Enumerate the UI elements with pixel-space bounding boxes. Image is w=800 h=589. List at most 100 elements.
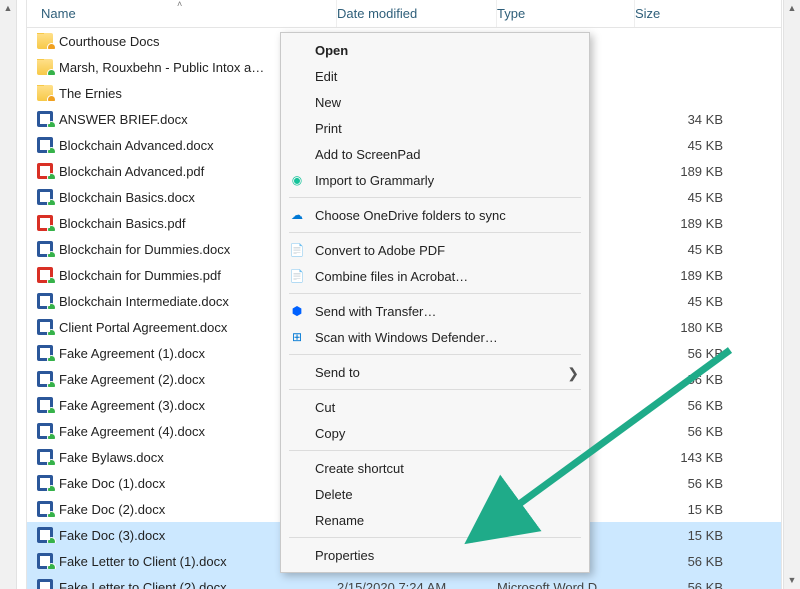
grammarly-icon: ◉: [289, 172, 305, 188]
column-size-label: Size: [635, 6, 660, 21]
context-menu-separator: [289, 537, 581, 538]
context-menu-item[interactable]: Edit: [281, 63, 589, 89]
sync-badge-icon: [47, 329, 56, 335]
docx-icon: [37, 397, 53, 413]
docx-icon: [37, 423, 53, 439]
context-menu-item[interactable]: Cut: [281, 394, 589, 420]
cell-size: 56 KB: [635, 372, 745, 387]
column-type-label: Type: [497, 6, 525, 21]
context-menu-item[interactable]: 📄Convert to Adobe PDF: [281, 237, 589, 263]
scroll-up-icon[interactable]: ▲: [0, 0, 16, 17]
docx-icon: [37, 553, 53, 569]
context-menu-item[interactable]: New: [281, 89, 589, 115]
file-name: ANSWER BRIEF.docx: [59, 112, 188, 127]
file-name: Fake Agreement (4).docx: [59, 424, 205, 439]
docx-icon: [37, 319, 53, 335]
context-menu-label: Properties: [315, 548, 374, 563]
context-menu-label: Edit: [315, 69, 337, 84]
context-menu-label: New: [315, 95, 341, 110]
context-menu-item[interactable]: Add to ScreenPad: [281, 141, 589, 167]
context-menu-separator: [289, 197, 581, 198]
file-name: Fake Agreement (1).docx: [59, 346, 205, 361]
docx-icon: [37, 527, 53, 543]
context-menu-item[interactable]: Delete: [281, 481, 589, 507]
sync-badge-icon: [47, 95, 56, 101]
sync-badge-icon: [47, 511, 56, 517]
cell-size: 189 KB: [635, 216, 745, 231]
context-menu-item[interactable]: ⬢Send with Transfer…: [281, 298, 589, 324]
context-menu-item[interactable]: Open: [281, 37, 589, 63]
file-name: Fake Agreement (3).docx: [59, 398, 205, 413]
file-name: Fake Doc (2).docx: [59, 502, 165, 517]
context-menu-item[interactable]: Properties: [281, 542, 589, 568]
column-date[interactable]: Date modified: [337, 0, 497, 27]
cell-size: 56 KB: [635, 580, 745, 589]
file-row[interactable]: Fake Letter to Client (2).docx2/15/2020 …: [27, 574, 781, 589]
column-header[interactable]: Name ˄ Date modified Type Size: [27, 0, 781, 28]
cell-size: 15 KB: [635, 502, 745, 517]
cell-name: Fake Letter to Client (2).docx: [27, 579, 337, 589]
context-menu-item[interactable]: ☁ Choose OneDrive folders to sync: [281, 202, 589, 228]
sync-badge-icon: [47, 173, 56, 179]
context-menu-separator: [289, 354, 581, 355]
context-menu-label: Open: [315, 43, 348, 58]
context-menu-label: Copy: [315, 426, 345, 441]
context-menu-separator: [289, 389, 581, 390]
scroll-up-icon[interactable]: ▲: [784, 0, 800, 17]
file-name: Blockchain Advanced.pdf: [59, 164, 204, 179]
docx-icon: [37, 241, 53, 257]
folder-icon: [37, 59, 53, 75]
file-name: Blockchain Basics.pdf: [59, 216, 185, 231]
file-name: Blockchain for Dummies.pdf: [59, 268, 221, 283]
context-menu-item[interactable]: Copy: [281, 420, 589, 446]
context-menu[interactable]: Open Edit New Print Add to ScreenPad◉Import …: [280, 32, 590, 573]
sync-badge-icon: [47, 251, 56, 257]
file-name: Marsh, Rouxbehn - Public Intox a…: [59, 60, 264, 75]
column-size[interactable]: Size: [635, 0, 745, 27]
column-type[interactable]: Type: [497, 0, 635, 27]
context-menu-separator: [289, 293, 581, 294]
onedrive-icon: ☁: [289, 207, 305, 223]
pdf-icon: 📄: [289, 268, 305, 284]
cell-size: 56 KB: [635, 554, 745, 569]
context-menu-item[interactable]: ◉Import to Grammarly: [281, 167, 589, 193]
context-menu-item[interactable]: Create shortcut: [281, 455, 589, 481]
context-menu-label: Send to: [315, 365, 360, 380]
column-name-label: Name: [41, 6, 76, 21]
context-menu-item[interactable]: Send to❯: [281, 359, 589, 385]
context-menu-separator: [289, 232, 581, 233]
right-scrollbar[interactable]: ▲ ▼: [783, 0, 800, 589]
cell-size: 34 KB: [635, 112, 745, 127]
cell-size: 56 KB: [635, 424, 745, 439]
context-menu-label: Rename: [315, 513, 364, 528]
docx-icon: [37, 189, 53, 205]
pdf-icon: [37, 215, 53, 231]
sync-badge-icon: [47, 69, 56, 75]
docx-icon: [37, 111, 53, 127]
file-name: Fake Doc (3).docx: [59, 528, 165, 543]
scroll-down-icon[interactable]: ▼: [784, 572, 800, 589]
sync-badge-icon: [47, 121, 56, 127]
context-menu-item[interactable]: 📄Combine files in Acrobat…: [281, 263, 589, 289]
context-menu-item[interactable]: ⊞Scan with Windows Defender…: [281, 324, 589, 350]
context-menu-label: Choose OneDrive folders to sync: [315, 208, 506, 223]
sync-badge-icon: [47, 199, 56, 205]
context-menu-label: Print: [315, 121, 342, 136]
context-menu-item[interactable]: Rename: [281, 507, 589, 533]
sync-badge-icon: [47, 225, 56, 231]
cell-size: 143 KB: [635, 450, 745, 465]
docx-icon: [37, 475, 53, 491]
file-name: Fake Letter to Client (2).docx: [59, 580, 227, 589]
sync-badge-icon: [47, 407, 56, 413]
pdf-icon: [37, 163, 53, 179]
docx-icon: [37, 371, 53, 387]
context-menu-item[interactable]: Print: [281, 115, 589, 141]
folder-icon: [37, 33, 53, 49]
docx-icon: [37, 345, 53, 361]
cell-size: 56 KB: [635, 398, 745, 413]
context-menu-label: Scan with Windows Defender…: [315, 330, 498, 345]
cell-size: 45 KB: [635, 294, 745, 309]
left-scrollbar[interactable]: ▲: [0, 0, 17, 589]
column-name[interactable]: Name ˄: [27, 0, 337, 27]
context-menu-separator: [289, 450, 581, 451]
